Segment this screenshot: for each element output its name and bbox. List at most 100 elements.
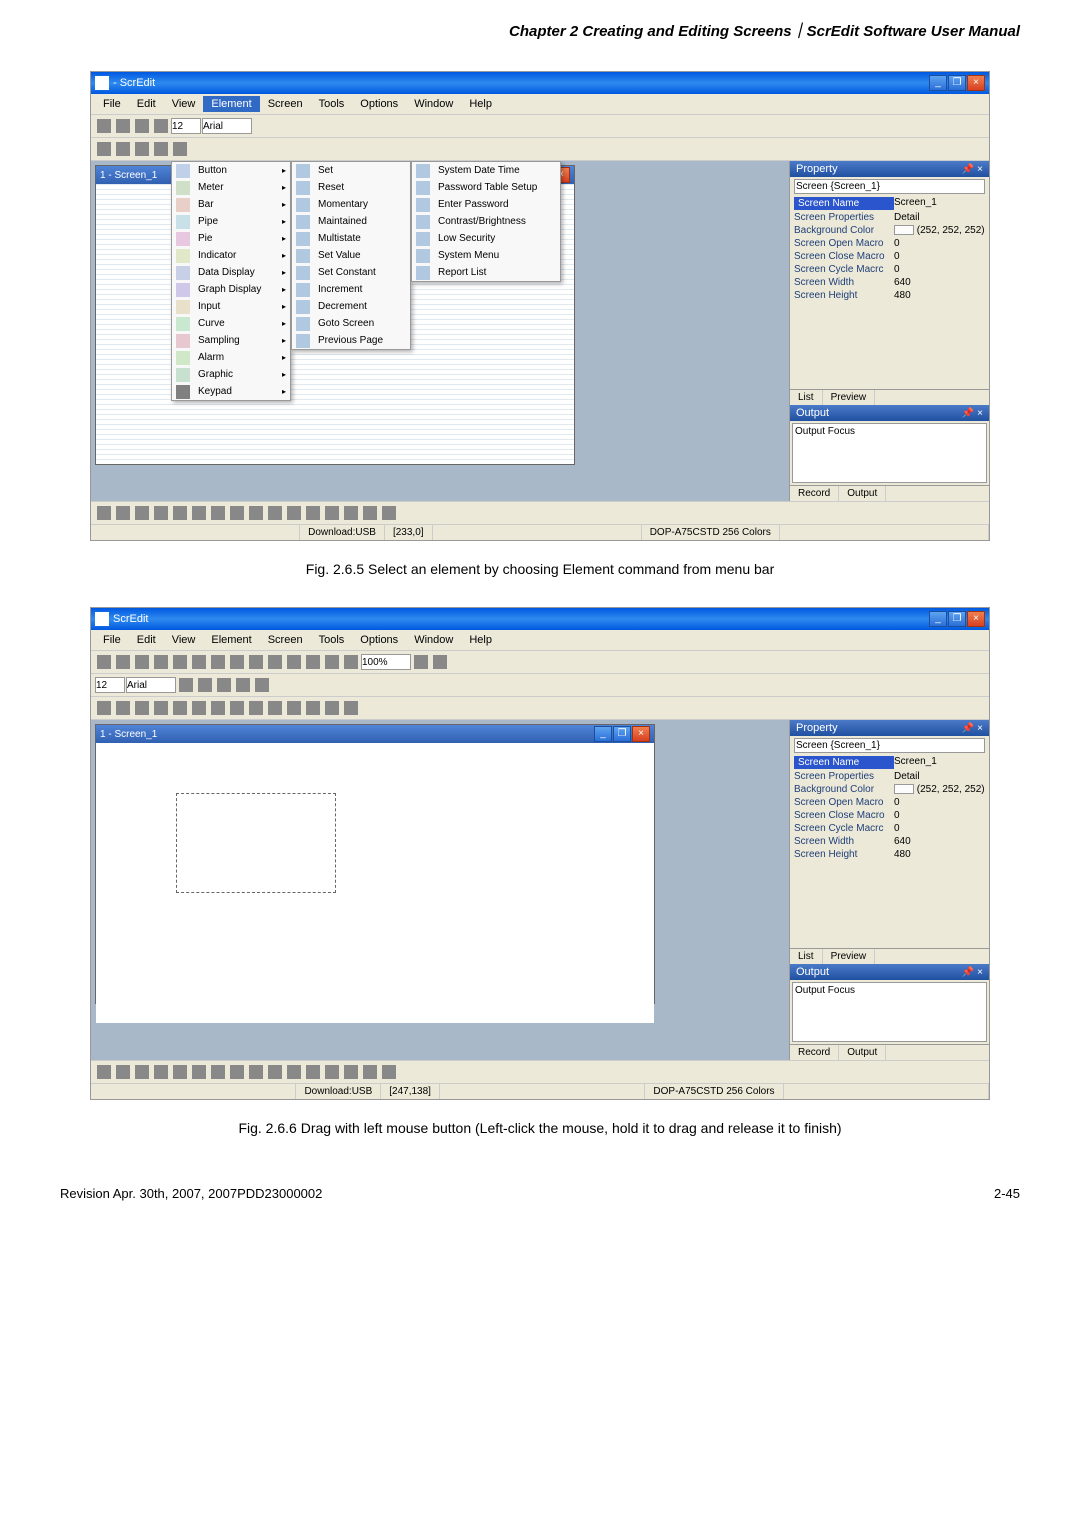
bt1[interactable] <box>95 504 113 522</box>
sm-momentary[interactable]: Momentary <box>292 196 410 213</box>
output-pin-icon[interactable]: 📌 × <box>962 408 983 419</box>
tab-preview-2[interactable]: Preview <box>823 949 876 964</box>
sm-sysdatetime[interactable]: System Date Time <box>412 162 560 179</box>
tab-output[interactable]: Output <box>839 486 886 501</box>
prop2-cyclemacro-val[interactable]: 0 <box>894 823 985 834</box>
sm-pwdtable[interactable]: Password Table Setup <box>412 179 560 196</box>
menu-graphic[interactable]: Graphic <box>172 366 290 383</box>
tb2-paste[interactable] <box>247 653 265 671</box>
inner-min-2[interactable]: _ <box>594 726 612 742</box>
bt2-6[interactable] <box>190 1063 208 1081</box>
menu-curve[interactable]: Curve <box>172 315 290 332</box>
bt2-1[interactable] <box>95 1063 113 1081</box>
prop-screenname-val[interactable]: Screen_1 <box>894 197 985 210</box>
sm-enterpwd[interactable]: Enter Password <box>412 196 560 213</box>
bt12[interactable] <box>304 504 322 522</box>
tb-b4[interactable] <box>152 140 170 158</box>
tb2-d2[interactable] <box>114 699 132 717</box>
property-selector[interactable]: Screen {Screen_1} <box>794 179 985 194</box>
menu-tools[interactable]: Tools <box>311 96 353 112</box>
prop2-height-val[interactable]: 480 <box>894 849 985 860</box>
tb2-c5[interactable] <box>253 676 271 694</box>
inner-max-2[interactable]: ❐ <box>613 726 631 742</box>
tb2-d10[interactable] <box>266 699 284 717</box>
property-selector-2[interactable]: Screen {Screen_1} <box>794 738 985 753</box>
tb2-fontsize[interactable] <box>95 677 125 693</box>
bt2-10[interactable] <box>266 1063 284 1081</box>
menu-help-2[interactable]: Help <box>461 632 500 648</box>
bt2-14[interactable] <box>342 1063 360 1081</box>
tb2-copy[interactable] <box>228 653 246 671</box>
inner-close-2[interactable]: × <box>632 726 650 742</box>
menu-meter[interactable]: Meter <box>172 179 290 196</box>
tb2-d4[interactable] <box>152 699 170 717</box>
bt2-13[interactable] <box>323 1063 341 1081</box>
tb2-save[interactable] <box>133 653 151 671</box>
tb2-d7[interactable] <box>209 699 227 717</box>
tb2-b2[interactable] <box>285 653 303 671</box>
tb-b2[interactable] <box>114 140 132 158</box>
tb2-b1[interactable] <box>266 653 284 671</box>
bt2-12[interactable] <box>304 1063 322 1081</box>
tab-list[interactable]: List <box>790 390 823 405</box>
menu-input[interactable]: Input <box>172 298 290 315</box>
menu-screen[interactable]: Screen <box>260 96 311 112</box>
bt4[interactable] <box>152 504 170 522</box>
prop-height-val[interactable]: 480 <box>894 290 985 301</box>
bt10[interactable] <box>266 504 284 522</box>
pin-icon[interactable]: 📌 × <box>962 164 983 175</box>
menu-element-2[interactable]: Element <box>203 632 259 648</box>
bt14[interactable] <box>342 504 360 522</box>
bt13[interactable] <box>323 504 341 522</box>
tb2-d14[interactable] <box>342 699 360 717</box>
tb2-zoomin[interactable] <box>412 653 430 671</box>
bt2-4[interactable] <box>152 1063 170 1081</box>
bt2-5[interactable] <box>171 1063 189 1081</box>
bt2-7[interactable] <box>209 1063 227 1081</box>
tb2-c2[interactable] <box>196 676 214 694</box>
tb2-d13[interactable] <box>323 699 341 717</box>
tb-saveas[interactable] <box>152 117 170 135</box>
prop2-bgcolor-val[interactable]: (252, 252, 252) <box>894 784 985 795</box>
menu-help[interactable]: Help <box>461 96 500 112</box>
prop2-width-val[interactable]: 640 <box>894 836 985 847</box>
menu-button[interactable]: Button <box>172 162 290 179</box>
sm-reportlist[interactable]: Report List <box>412 264 560 281</box>
prop-width-val[interactable]: 640 <box>894 277 985 288</box>
sm-multistate[interactable]: Multistate <box>292 230 410 247</box>
prop2-screenprops-val[interactable]: Detail <box>894 771 985 782</box>
bt9[interactable] <box>247 504 265 522</box>
menu-keypad[interactable]: Keypad <box>172 383 290 400</box>
tb2-redo[interactable] <box>190 653 208 671</box>
sm-sysmenu[interactable]: System Menu <box>412 247 560 264</box>
tb2-d9[interactable] <box>247 699 265 717</box>
close-button-2[interactable]: × <box>967 611 985 627</box>
bt16[interactable] <box>380 504 398 522</box>
sm-setvalue[interactable]: Set Value <box>292 247 410 264</box>
minimize-button-2[interactable]: _ <box>929 611 947 627</box>
sm-increment[interactable]: Increment <box>292 281 410 298</box>
tb-b3[interactable] <box>133 140 151 158</box>
tb2-d12[interactable] <box>304 699 322 717</box>
tb2-zoomout[interactable] <box>431 653 449 671</box>
bt2-9[interactable] <box>247 1063 265 1081</box>
menu-view[interactable]: View <box>164 96 204 112</box>
tb2-c4[interactable] <box>234 676 252 694</box>
pin-icon-2[interactable]: 📌 × <box>962 723 983 734</box>
tb-b5[interactable] <box>171 140 189 158</box>
bt8[interactable] <box>228 504 246 522</box>
screen-canvas-2[interactable] <box>96 743 654 1023</box>
tb2-saveas[interactable] <box>152 653 170 671</box>
maximize-button[interactable]: ❐ <box>948 75 966 91</box>
tb2-d6[interactable] <box>190 699 208 717</box>
tb2-d8[interactable] <box>228 699 246 717</box>
tb2-fontname[interactable] <box>126 677 176 693</box>
menu-edit[interactable]: Edit <box>129 96 164 112</box>
menu-tools-2[interactable]: Tools <box>311 632 353 648</box>
output-pin-icon-2[interactable]: 📌 × <box>962 967 983 978</box>
sm-gotoscreen[interactable]: Goto Screen <box>292 315 410 332</box>
tb2-zoom[interactable] <box>361 654 411 670</box>
menu-bar[interactable]: Bar <box>172 196 290 213</box>
tb2-d1[interactable] <box>95 699 113 717</box>
tab-preview[interactable]: Preview <box>823 390 876 405</box>
